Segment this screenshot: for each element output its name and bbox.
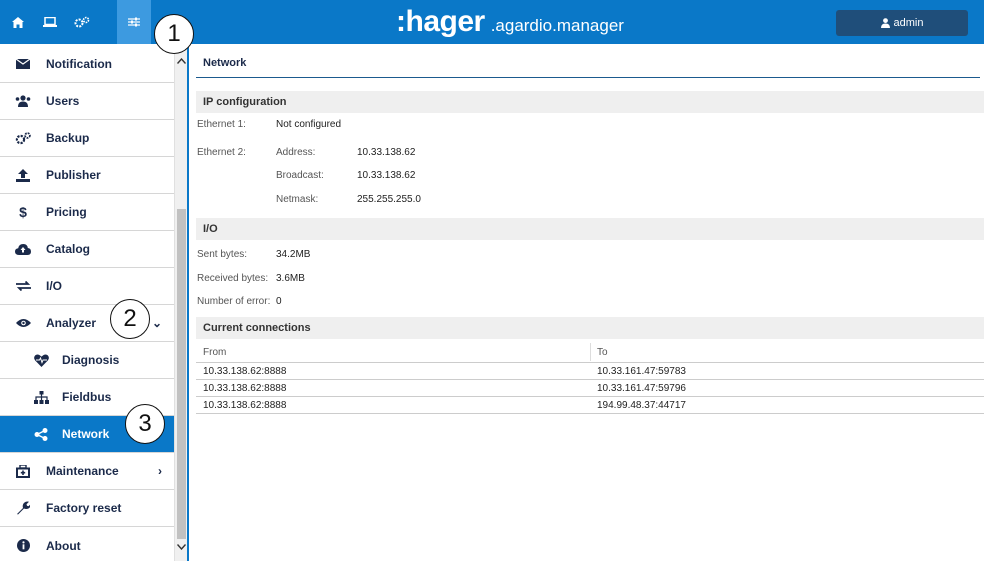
brand-name: :hager bbox=[396, 5, 485, 38]
chevron-down-icon: ⌄ bbox=[151, 316, 162, 330]
sidebar-item-users[interactable]: Users bbox=[0, 83, 174, 120]
main-content: Network IP configuration Ethernet 1: Not… bbox=[196, 44, 984, 561]
user-menu-button[interactable]: admin bbox=[836, 10, 968, 36]
sidebar-item-label: Notification bbox=[46, 57, 112, 71]
sidebar-item-label: Network bbox=[62, 427, 110, 441]
connection-to: 10.33.161.47:59783 bbox=[597, 366, 686, 377]
column-header-from[interactable]: From bbox=[203, 347, 226, 358]
ethernet2-label: Ethernet 2: bbox=[197, 147, 246, 158]
sidebar-item-backup[interactable]: Backup bbox=[0, 120, 174, 157]
sidebar-item-catalog[interactable]: Catalog bbox=[0, 231, 174, 268]
sliders-button[interactable] bbox=[117, 0, 151, 44]
user-icon bbox=[880, 18, 890, 28]
toolbox-icon bbox=[14, 462, 32, 480]
sidebar: Notification Users Backup Publisher $ Pr… bbox=[0, 44, 174, 561]
page-title: Network bbox=[203, 57, 247, 69]
table-row: 10.33.138.62:8888 10.33.161.47:59796 bbox=[196, 380, 984, 397]
sidebar-item-label: Pricing bbox=[46, 205, 87, 219]
table-header: From To bbox=[196, 341, 984, 363]
sidebar-item-label: Maintenance bbox=[46, 464, 119, 478]
address-label: Address: bbox=[276, 147, 316, 158]
connection-from: 10.33.138.62:8888 bbox=[203, 366, 287, 377]
callout-3: 3 bbox=[125, 404, 165, 444]
connections-table: From To 10.33.138.62:8888 10.33.161.47:5… bbox=[196, 341, 984, 414]
exchange-icon bbox=[14, 277, 32, 295]
column-header-to[interactable]: To bbox=[597, 347, 608, 358]
sidebar-item-label: Diagnosis bbox=[62, 353, 120, 367]
sidebar-divider bbox=[187, 44, 189, 561]
table-row: 10.33.138.62:8888 194.99.48.37:44717 bbox=[196, 397, 984, 414]
cloud-icon bbox=[14, 240, 32, 258]
dollar-icon: $ bbox=[19, 204, 27, 220]
cogs-icon bbox=[14, 129, 32, 147]
home-icon bbox=[12, 16, 24, 28]
connection-from: 10.33.138.62:8888 bbox=[203, 383, 287, 394]
section-ip-configuration: IP configuration bbox=[196, 91, 984, 113]
envelope-icon bbox=[14, 55, 32, 73]
netmask-label: Netmask: bbox=[276, 194, 319, 205]
sidebar-item-label: Fieldbus bbox=[62, 390, 112, 404]
user-name: admin bbox=[893, 17, 924, 29]
sidebar-item-about[interactable]: About bbox=[0, 527, 174, 561]
broadcast-value: 10.33.138.62 bbox=[357, 170, 416, 181]
wrench-icon bbox=[14, 499, 32, 517]
scrollbar-thumb[interactable] bbox=[177, 209, 186, 539]
sent-bytes-label: Sent bytes: bbox=[197, 249, 248, 260]
upload-icon bbox=[14, 166, 32, 184]
broadcast-label: Broadcast: bbox=[276, 170, 324, 181]
sidebar-item-label: Users bbox=[46, 94, 80, 108]
share-icon bbox=[32, 425, 50, 443]
ethernet1-value: Not configured bbox=[276, 119, 342, 130]
laptop-button[interactable] bbox=[34, 0, 66, 44]
sliders-icon bbox=[128, 17, 140, 27]
laptop-icon bbox=[43, 17, 57, 27]
sidebar-item-label: Analyzer bbox=[46, 316, 97, 330]
netmask-value: 255.255.255.0 bbox=[357, 194, 421, 205]
connection-from: 10.33.138.62:8888 bbox=[203, 400, 287, 411]
sidebar-item-factory-reset[interactable]: Factory reset bbox=[0, 490, 174, 527]
sidebar-item-label: About bbox=[46, 538, 81, 553]
info-icon bbox=[14, 537, 32, 555]
error-count-value: 0 bbox=[276, 296, 282, 307]
sidebar-item-label: Backup bbox=[46, 131, 90, 145]
title-divider bbox=[196, 77, 980, 78]
address-value: 10.33.138.62 bbox=[357, 147, 416, 158]
sidebar-item-publisher[interactable]: Publisher bbox=[0, 157, 174, 194]
sitemap-icon bbox=[32, 388, 50, 406]
sidebar-item-pricing[interactable]: $ Pricing bbox=[0, 194, 174, 231]
sidebar-item-notification[interactable]: Notification bbox=[0, 46, 174, 83]
sidebar-item-io[interactable]: I/O bbox=[0, 268, 174, 305]
sent-bytes-value: 34.2MB bbox=[276, 249, 311, 260]
received-bytes-label: Received bytes: bbox=[197, 273, 269, 284]
heartbeat-icon bbox=[32, 351, 50, 369]
top-bar: :hager .agardio.manager admin bbox=[0, 0, 984, 44]
ethernet1-label: Ethernet 1: bbox=[197, 119, 246, 130]
sidebar-item-maintenance[interactable]: Maintenance › bbox=[0, 453, 174, 490]
users-icon bbox=[14, 92, 32, 110]
callout-1: 1 bbox=[154, 14, 194, 54]
settings-button[interactable] bbox=[66, 0, 98, 44]
brand-logo: :hager .agardio.manager bbox=[396, 4, 624, 40]
home-button[interactable] bbox=[2, 0, 34, 44]
section-io: I/O bbox=[196, 218, 984, 240]
section-current-connections: Current connections bbox=[196, 317, 984, 339]
table-row: 10.33.138.62:8888 10.33.161.47:59783 bbox=[196, 363, 984, 380]
sidebar-item-label: Catalog bbox=[46, 242, 91, 256]
received-bytes-value: 3.6MB bbox=[276, 273, 305, 284]
error-count-label: Number of error: bbox=[197, 296, 271, 307]
chevron-right-icon: › bbox=[158, 464, 162, 478]
sidebar-item-label: Factory reset bbox=[46, 501, 122, 515]
gears-icon bbox=[74, 16, 90, 28]
connection-to: 194.99.48.37:44717 bbox=[597, 400, 686, 411]
column-separator bbox=[590, 343, 591, 361]
brand-subtitle: .agardio.manager bbox=[490, 16, 624, 35]
sidebar-scrollbar[interactable] bbox=[174, 44, 187, 561]
connection-to: 10.33.161.47:59796 bbox=[597, 383, 686, 394]
eye-icon bbox=[14, 314, 32, 332]
sidebar-item-label: I/O bbox=[46, 279, 63, 293]
callout-2: 2 bbox=[110, 299, 150, 339]
sidebar-item-label: Publisher bbox=[46, 168, 101, 182]
sidebar-item-diagnosis[interactable]: Diagnosis bbox=[0, 342, 174, 379]
